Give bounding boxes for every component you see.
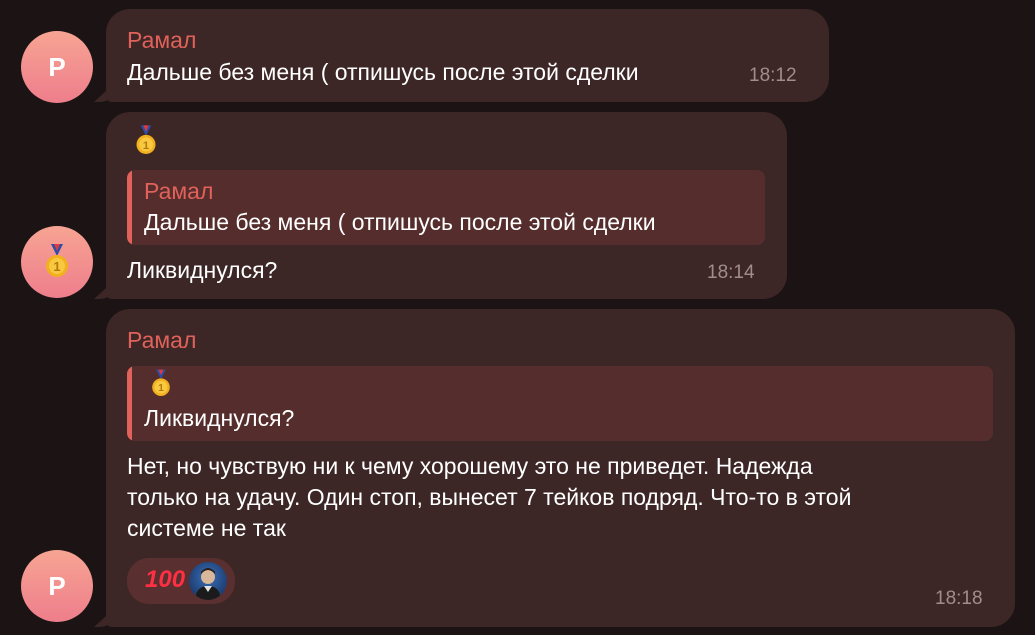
sender-name[interactable]: Рамал [127, 327, 196, 354]
reactor-avatar [189, 562, 227, 600]
quote-bar [127, 170, 132, 245]
hundred-points-icon: 100 [145, 566, 186, 593]
medal-icon: 1 [46, 244, 68, 277]
sender-name[interactable]: Рамал [127, 27, 196, 54]
message-bubble[interactable]: Рамал 1 Ликвиднулся? Нет, но чувствую ни… [106, 309, 1015, 627]
reaction-chip[interactable]: 100 [127, 558, 235, 604]
message-text-line: Нет, но чувствую ни к чему хорошему это … [127, 453, 813, 479]
svg-text:1: 1 [158, 383, 164, 394]
message-bubble[interactable]: 1 Рамал Дальше без меня ( отпишусь после… [106, 112, 787, 299]
message-time: 18:14 [707, 262, 755, 283]
avatar[interactable]: Р [21, 31, 93, 103]
avatar[interactable]: Р [21, 550, 93, 622]
message-text: Ликвиднулся? [127, 257, 278, 283]
reply-sender: Рамал [144, 178, 214, 204]
reply-quote[interactable]: 1 Ликвиднулся? [127, 366, 993, 441]
reply-text: Дальше без меня ( отпишусь после этой сд… [144, 209, 656, 235]
quote-bar [127, 366, 132, 441]
reply-text: Ликвиднулся? [144, 405, 295, 431]
message-bubble[interactable]: Рамал Дальше без меня ( отпишусь после э… [106, 9, 829, 102]
medal-icon: 1 [152, 369, 170, 396]
svg-text:1: 1 [143, 140, 149, 152]
svg-text:1: 1 [53, 259, 60, 274]
message-time: 18:18 [935, 588, 983, 609]
message-text-line: только на удачу. Один стоп, вынесет 7 те… [127, 484, 852, 510]
reply-quote[interactable]: Рамал Дальше без меня ( отпишусь после э… [127, 170, 765, 245]
medal-icon: 1 [136, 125, 156, 154]
avatar-letter: Р [48, 51, 66, 82]
avatar-letter: Р [48, 570, 66, 601]
message-text: Дальше без меня ( отпишусь после этой сд… [127, 59, 639, 85]
avatar[interactable]: 1 [21, 226, 93, 298]
message-time: 18:12 [749, 65, 797, 86]
message-text-line: системе не так [127, 515, 286, 541]
